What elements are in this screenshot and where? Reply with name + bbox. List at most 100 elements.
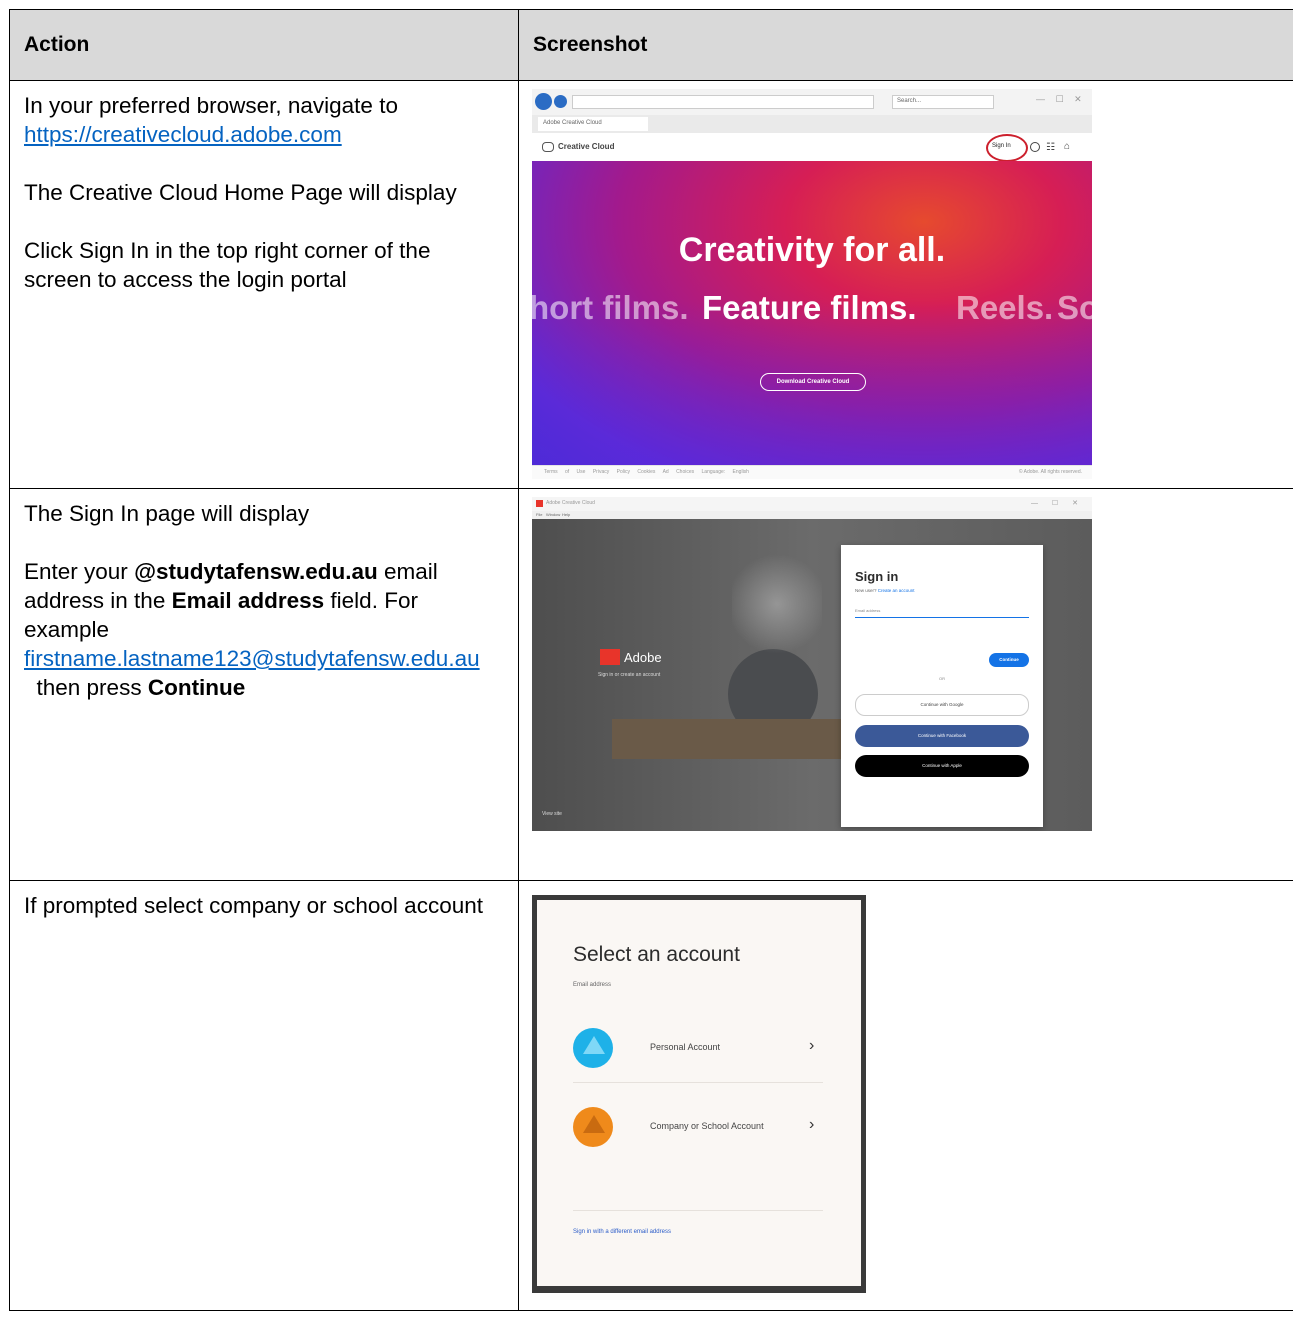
step-row-3: If prompted select company or school acc… xyxy=(9,880,1293,1311)
example-email-link[interactable]: firstname.lastname123@studytafensw.edu.a… xyxy=(24,646,480,671)
url-field[interactable] xyxy=(572,95,874,109)
step-1-screenshot-cell: Search... — ☐ ✕ Adobe Creative Cloud Cre… xyxy=(518,80,1293,489)
email-label: Email address xyxy=(855,608,881,613)
ticker-item-right2: So xyxy=(1057,289,1092,326)
download-cc-label: Download Creative Cloud xyxy=(776,379,850,385)
footer-divider xyxy=(573,1210,823,1211)
select-account-title: Select an account xyxy=(573,943,740,966)
footer-links: Terms of Use Privacy Policy Cookies Ad C… xyxy=(544,469,749,475)
step-1-para-3: Click Sign In in the top right corner of… xyxy=(24,238,431,292)
search-placeholder: Search... xyxy=(897,98,922,104)
creative-cloud-home-screenshot: Search... — ☐ ✕ Adobe Creative Cloud Cre… xyxy=(532,89,1092,479)
notifications-icon[interactable]: ⌂ xyxy=(1064,141,1070,152)
apple-label: Continue with Apple xyxy=(922,763,962,768)
footer-link[interactable]: Language: English xyxy=(702,469,749,475)
step-2-enter-prefix: Enter your xyxy=(24,559,135,584)
cc-logo-icon xyxy=(542,142,554,152)
step-2-action: The Sign In page will display Enter your… xyxy=(9,488,519,881)
step-2-para-1: The Sign In page will display xyxy=(24,501,310,526)
menu-item[interactable]: Window xyxy=(546,512,560,517)
footer-link[interactable]: Terms of Use xyxy=(544,469,585,475)
download-cc-button[interactable]: Download Creative Cloud xyxy=(760,373,866,391)
creative-cloud-link[interactable]: https://creativecloud.adobe.com xyxy=(24,122,342,147)
window-title: Adobe Creative Cloud xyxy=(546,500,595,506)
account-divider xyxy=(573,1082,823,1083)
email-label: Email address xyxy=(573,982,612,988)
ticker-item-main: Feature films. xyxy=(702,289,917,326)
different-email-link[interactable]: Sign in with a different email address xyxy=(573,1229,671,1235)
forward-icon[interactable] xyxy=(554,95,567,108)
step-2-screenshot-cell: Adobe Creative Cloud — ☐ ✕ File Window H… xyxy=(518,488,1293,881)
email-field[interactable] xyxy=(855,616,1029,618)
google-button[interactable]: Continue with Google xyxy=(855,694,1029,716)
footer-link[interactable]: Cookies xyxy=(637,469,655,475)
company-account-option[interactable]: Company or School Account › xyxy=(573,1107,823,1147)
step-2-domain: @studytafensw.edu.au xyxy=(134,559,378,584)
footer-link[interactable]: Privacy Policy xyxy=(593,469,630,475)
step-2-field-name: Email address xyxy=(171,588,325,613)
adobe-app-icon xyxy=(536,500,543,507)
google-label: Continue with Google xyxy=(920,702,964,707)
hero-banner: Creativity for all. hort films. Feature … xyxy=(532,161,1092,465)
ticker-item-left: hort films. xyxy=(532,289,689,326)
table-image xyxy=(612,719,852,759)
signin-title: Sign in xyxy=(855,569,899,584)
step-2-then: then press xyxy=(24,675,148,700)
create-account-link[interactable]: Create an account xyxy=(878,588,915,593)
footer-copyright: © Adobe. All rights reserved. xyxy=(1018,469,1082,475)
step-3-screenshot-cell: Select an account Email address Personal… xyxy=(518,880,1293,1311)
help-icon[interactable] xyxy=(1030,142,1040,152)
window-menubar: File Window Help xyxy=(532,511,1092,519)
chevron-right-icon: › xyxy=(809,1116,815,1133)
personal-account-avatar-icon xyxy=(573,1028,613,1068)
menu-item[interactable]: Help xyxy=(562,512,570,517)
instructions-table: Action Screenshot In your preferred brow… xyxy=(9,9,1293,1311)
window-titlebar: Adobe Creative Cloud — ☐ ✕ xyxy=(532,497,1092,511)
adobe-brand: Adobe xyxy=(624,650,662,665)
view-site-link[interactable]: View site xyxy=(542,811,562,817)
facebook-button[interactable]: Continue with Facebook xyxy=(855,725,1029,747)
continue-label: Continue xyxy=(999,657,1019,662)
continue-button[interactable]: Continue xyxy=(989,653,1029,667)
browser-tab[interactable]: Adobe Creative Cloud xyxy=(538,117,648,131)
hero-title: Creativity for all. xyxy=(678,231,946,269)
new-user-prefix: New user? xyxy=(855,588,877,593)
chevron-right-icon: › xyxy=(809,1037,815,1054)
signin-card: Sign in New user? Create an account Emai… xyxy=(841,545,1043,827)
company-account-label: Company or School Account xyxy=(650,1121,764,1131)
header-screenshot: Screenshot xyxy=(518,9,1293,81)
apps-grid-icon[interactable]: ☷ xyxy=(1046,142,1055,153)
select-account-card: Select an account Email address Personal… xyxy=(537,900,861,1286)
window-controls-icon[interactable]: — ☐ ✕ xyxy=(1036,94,1086,106)
step-1-para-2: The Creative Cloud Home Page will displa… xyxy=(24,180,457,205)
personal-account-option[interactable]: Personal Account › xyxy=(573,1028,823,1068)
step-1-intro: In your preferred browser, navigate to xyxy=(24,93,398,118)
cc-footer: Terms of Use Privacy Policy Cookies Ad C… xyxy=(532,465,1092,479)
adobe-tagline: Sign in or create an account xyxy=(598,672,661,678)
window-controls-icon[interactable]: — ☐ ✕ xyxy=(1031,499,1084,507)
step-2-continue: Continue xyxy=(147,675,246,700)
browser-address-bar: Search... — ☐ ✕ xyxy=(532,89,1092,115)
step-3-para-1: If prompted select company or school acc… xyxy=(24,893,483,918)
plant-image xyxy=(732,549,822,659)
adobe-logo-icon xyxy=(600,649,620,665)
step-1-action: In your preferred browser, navigate to h… xyxy=(9,80,519,489)
apple-button[interactable]: Continue with Apple xyxy=(855,755,1029,777)
new-user-line: New user? Create an account xyxy=(855,588,915,593)
back-icon[interactable] xyxy=(535,93,552,110)
search-field[interactable]: Search... xyxy=(892,95,994,109)
facebook-label: Continue with Facebook xyxy=(917,733,967,738)
browser-tab-strip: Adobe Creative Cloud xyxy=(532,115,1092,133)
footer-link[interactable]: Ad Choices xyxy=(663,469,695,475)
menu-item[interactable]: File xyxy=(536,512,542,517)
select-account-screenshot: Select an account Email address Personal… xyxy=(532,895,866,1293)
step-row-2: The Sign In page will display Enter your… xyxy=(9,488,1293,881)
ticker-item-right1: Reels. xyxy=(956,289,1054,326)
personal-account-label: Personal Account xyxy=(650,1042,721,1052)
step-row-1: In your preferred browser, navigate to h… xyxy=(9,80,1293,489)
tab-title: Adobe Creative Cloud xyxy=(543,120,602,126)
cc-app-name: Creative Cloud xyxy=(558,142,615,151)
or-divider: OR xyxy=(939,676,945,681)
sign-in-link[interactable]: Sign In xyxy=(992,143,1011,149)
cc-header-bar: Creative Cloud Sign In ☷ ⌂ xyxy=(532,133,1092,162)
